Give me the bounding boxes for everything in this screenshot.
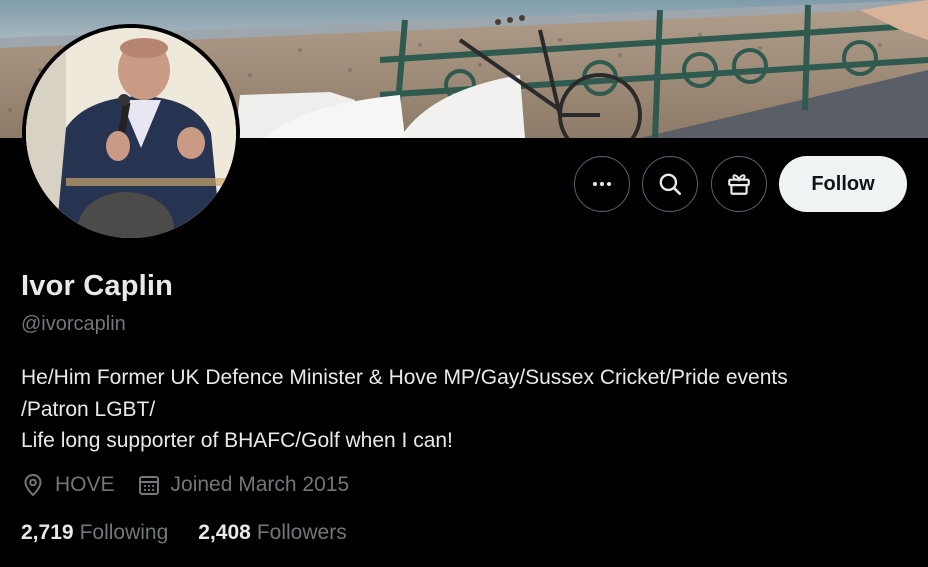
following-link[interactable]: 2,719 Following [21,521,168,545]
following-count: 2,719 [21,521,74,544]
profile-stats: 2,719 Following 2,408 Followers [21,521,377,545]
followers-count: 2,408 [198,521,251,544]
following-label: Following [79,521,169,544]
more-icon [593,182,611,186]
search-icon [659,173,682,196]
profile-joined: Joined March 2015 [137,473,350,497]
joined-text: Joined March 2015 [170,473,350,496]
more-options-button[interactable] [574,156,630,212]
profile-meta: HOVE Joined March 2015 [21,473,371,497]
search-profile-button[interactable] [642,156,698,212]
profile-avatar[interactable] [22,24,240,242]
profile-location: HOVE [21,473,115,497]
location-text: HOVE [55,473,115,496]
profile-bio: He/Him Former UK Defence Minister & Hove… [21,362,911,457]
profile-handle: @ivorcaplin [21,313,126,335]
bio-line: He/Him Former UK Defence Minister & Hove… [21,366,788,389]
location-pin-icon [24,473,42,497]
bio-line: Life long supporter of BHAFC/Golf when I… [21,429,453,452]
bio-line: /Patron LGBT/ [21,397,156,421]
profile-name: Ivor Caplin [21,270,174,302]
gift-icon [728,174,750,195]
profile-page: Follow Ivor Caplin @ivorcaplin He/Him Fo… [0,0,928,567]
gift-button[interactable] [711,156,767,212]
followers-label: Followers [256,521,347,544]
follow-button[interactable]: Follow [779,156,907,212]
calendar-icon [138,476,159,495]
followers-link[interactable]: 2,408 Followers [198,521,346,545]
